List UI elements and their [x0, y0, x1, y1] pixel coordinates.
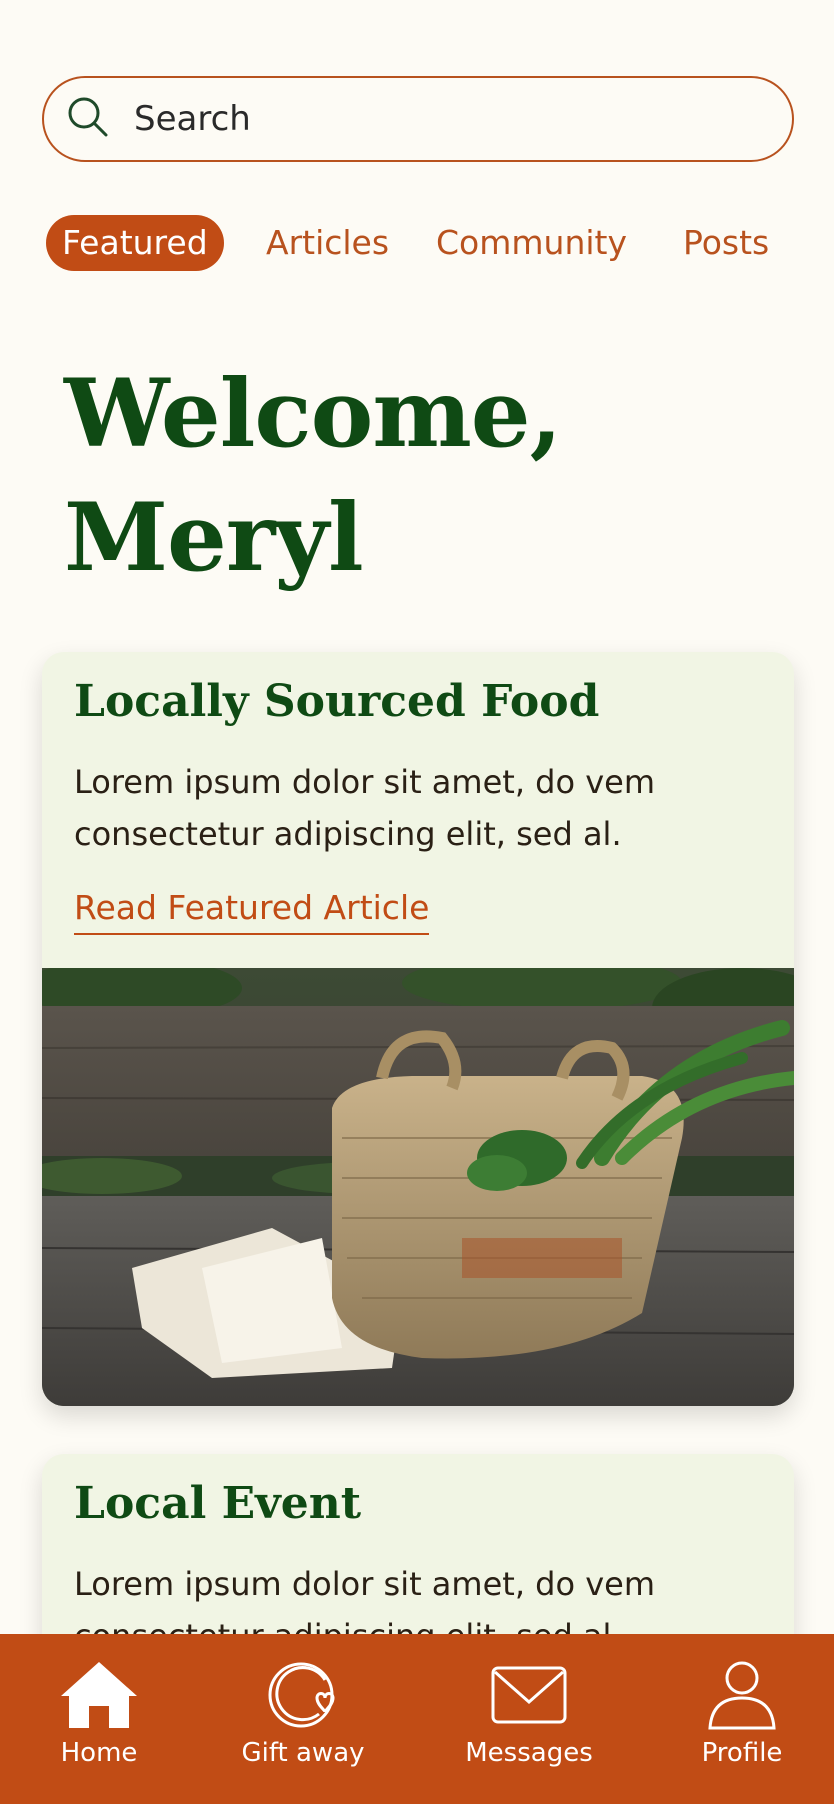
- card-title: Local Event: [74, 1478, 362, 1529]
- tab-community[interactable]: Community: [436, 215, 627, 271]
- nav-label: Profile: [701, 1738, 783, 1768]
- search-bar[interactable]: Search: [42, 76, 794, 162]
- search-input[interactable]: Search: [134, 99, 251, 139]
- gift-away-icon: [213, 1658, 393, 1732]
- user-name: Meryl: [64, 483, 364, 593]
- card-description: Lorem ipsum dolor sit amet, do vem conse…: [74, 763, 656, 853]
- read-featured-article-link[interactable]: Read Featured Article: [74, 888, 430, 935]
- bottom-navigation: Home Gift away Messages Profile: [0, 1634, 834, 1804]
- welcome-line: Welcome,: [64, 359, 562, 469]
- tab-featured[interactable]: Featured: [46, 215, 224, 271]
- card-title: Locally Sourced Food: [74, 676, 600, 727]
- search-icon: [64, 93, 112, 145]
- basket-of-vegetables-photo: [42, 968, 794, 1406]
- featured-article-card[interactable]: Locally Sourced Food Lorem ipsum dolor s…: [42, 652, 794, 1406]
- nav-label: Messages: [465, 1738, 593, 1768]
- nav-label: Home: [60, 1738, 138, 1768]
- envelope-icon: [439, 1658, 619, 1732]
- nav-gift-away[interactable]: Gift away: [213, 1658, 393, 1768]
- nav-home[interactable]: Home: [9, 1658, 189, 1768]
- nav-label: Gift away: [241, 1738, 365, 1768]
- app-screen: Search Featured Articles Community Posts…: [0, 0, 834, 1804]
- profile-icon: [652, 1658, 832, 1732]
- category-tabs: Featured Articles Community Posts: [46, 215, 796, 273]
- welcome-heading: Welcome, Meryl: [64, 352, 764, 600]
- home-icon: [9, 1658, 189, 1732]
- tab-articles[interactable]: Articles: [266, 215, 389, 271]
- nav-messages[interactable]: Messages: [439, 1658, 619, 1768]
- tab-posts[interactable]: Posts: [683, 215, 769, 271]
- nav-profile[interactable]: Profile: [652, 1658, 832, 1768]
